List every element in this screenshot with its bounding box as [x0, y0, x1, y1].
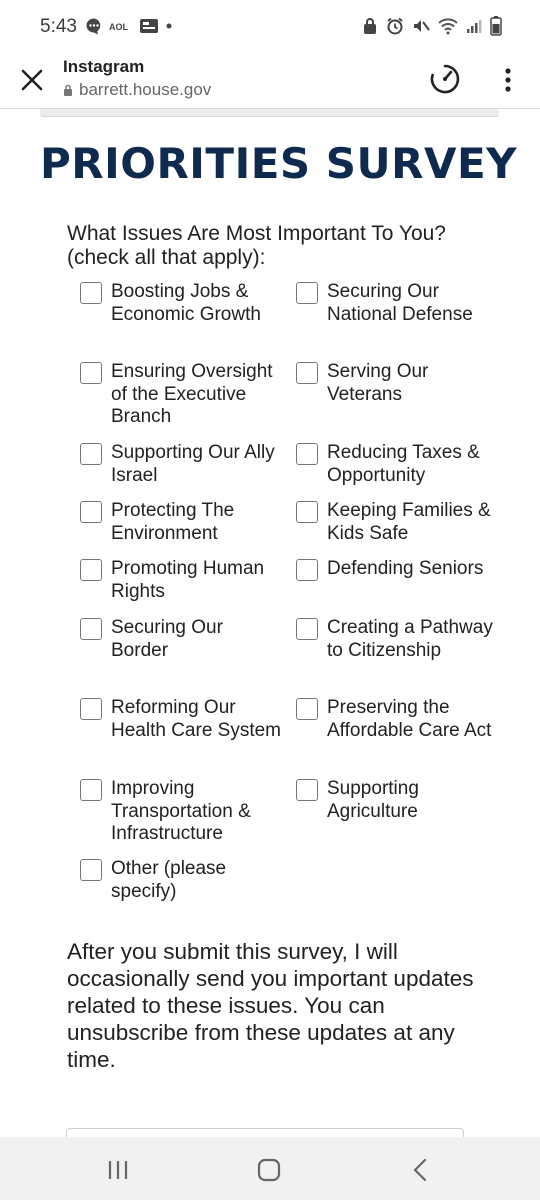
url-text: barrett.house.gov: [79, 80, 212, 99]
checkbox[interactable]: [296, 282, 318, 304]
mute-icon: [414, 20, 430, 32]
browser-url[interactable]: barrett.house.gov: [63, 80, 211, 100]
checkbox-label: Defending Seniors: [327, 558, 484, 579]
close-icon[interactable]: [18, 66, 46, 94]
survey-question: What Issues Are Most Important To You? (…: [67, 222, 446, 269]
more-options-icon[interactable]: [496, 64, 520, 96]
checkbox[interactable]: [80, 859, 102, 881]
checkbox-option[interactable]: Preserving the Affordable Care Act: [296, 697, 497, 742]
checkbox-label: Securing Our National Defense: [327, 281, 473, 325]
checkbox[interactable]: [80, 443, 102, 465]
checkbox-label: Reducing Taxes & Opportunity: [327, 442, 480, 486]
checkbox[interactable]: [296, 559, 318, 581]
checkbox-option[interactable]: Securing Our National Defense: [296, 281, 497, 326]
page-title: PRIORITIES SURVEY: [40, 139, 518, 188]
checkbox-label: Other (please specify): [111, 858, 227, 902]
status-bar: 5:43 AOL: [0, 0, 540, 52]
checkbox-option[interactable]: Serving Our Veterans: [296, 361, 497, 406]
checkbox-label: Reforming Our Health Care System: [111, 697, 282, 741]
checkbox-label: Preserving the Affordable Care Act: [327, 697, 492, 741]
checkbox[interactable]: [296, 362, 318, 384]
survey-note: After you submit this survey, I will occ…: [67, 939, 474, 1072]
checkbox-option[interactable]: Improving Transportation & Infrastructur…: [80, 778, 281, 846]
checkbox-label: Promoting Human Rights: [111, 558, 265, 602]
speedometer-icon[interactable]: [428, 62, 462, 96]
recent-apps-icon[interactable]: [104, 1156, 132, 1184]
checkbox-label: Securing Our Border: [111, 617, 223, 661]
back-icon[interactable]: [407, 1156, 435, 1184]
signal-icon: [467, 20, 482, 33]
checkbox-option[interactable]: Reducing Taxes & Opportunity: [296, 442, 497, 487]
checkbox[interactable]: [296, 443, 318, 465]
aol-icon: AOL: [109, 22, 129, 32]
lock-icon: [364, 18, 376, 34]
checkbox[interactable]: [296, 501, 318, 523]
lock-icon: [64, 84, 72, 96]
checkbox-label: Boosting Jobs & Economic Growth: [111, 281, 261, 325]
dot-icon: [166, 23, 172, 29]
checkbox[interactable]: [80, 618, 102, 640]
checkbox-option[interactable]: Defending Seniors: [296, 558, 497, 581]
browser-title: Instagram: [63, 57, 145, 76]
checkbox-label: Protecting The Environment: [111, 500, 235, 544]
checkbox-option[interactable]: Creating a Pathway to Citizenship: [296, 617, 497, 662]
checkbox-option[interactable]: Promoting Human Rights: [80, 558, 281, 603]
checkbox[interactable]: [296, 618, 318, 640]
checkbox-option[interactable]: Reforming Our Health Care System: [80, 697, 281, 742]
checkbox-option[interactable]: Protecting The Environment: [80, 500, 281, 545]
checkbox-label: Creating a Pathway to Citizenship: [327, 617, 493, 661]
wifi-icon: [438, 18, 458, 35]
checkbox[interactable]: [296, 779, 318, 801]
checkbox[interactable]: [80, 282, 102, 304]
status-time: 5:43: [40, 16, 77, 37]
checkbox[interactable]: [80, 779, 102, 801]
web-content: PRIORITIES SURVEY What Issues Are Most I…: [0, 109, 540, 1137]
system-nav-bar: [0, 1137, 540, 1200]
checkbox-label: Serving Our Veterans: [327, 361, 429, 405]
header-strip: [40, 109, 499, 117]
checkbox-label: Ensuring Oversight of the Executive Bran…: [111, 361, 273, 427]
checkbox-option[interactable]: Supporting Our Ally Israel: [80, 442, 281, 487]
checkbox[interactable]: [80, 501, 102, 523]
checkbox-label: Supporting Our Ally Israel: [111, 442, 275, 486]
checkbox-label: Keeping Families & Kids Safe: [327, 500, 491, 544]
checkbox-option[interactable]: Boosting Jobs & Economic Growth: [80, 281, 281, 326]
checkbox-option[interactable]: Other (please specify): [80, 858, 281, 903]
checkbox[interactable]: [80, 362, 102, 384]
alarm-icon: [387, 17, 403, 35]
checkbox[interactable]: [80, 698, 102, 720]
checkbox[interactable]: [296, 698, 318, 720]
battery-icon: [490, 16, 502, 36]
svg-text:AOL: AOL: [109, 22, 129, 32]
caller-id-icon: [140, 19, 158, 33]
checkbox-label: Supporting Agriculture: [327, 778, 419, 822]
checkbox-option[interactable]: Securing Our Border: [80, 617, 281, 662]
checkbox-option[interactable]: Keeping Families & Kids Safe: [296, 500, 497, 545]
home-icon[interactable]: [255, 1156, 283, 1184]
checkbox-label: Improving Transportation & Infrastructur…: [111, 778, 251, 844]
checkbox[interactable]: [80, 559, 102, 581]
chat-bubble-icon: [86, 18, 101, 35]
checkbox-option[interactable]: Supporting Agriculture: [296, 778, 497, 823]
form-input-partial[interactable]: [66, 1128, 464, 1137]
browser-toolbar: Instagram barrett.house.gov: [0, 52, 540, 109]
checkbox-option[interactable]: Ensuring Oversight of the Executive Bran…: [80, 361, 281, 429]
